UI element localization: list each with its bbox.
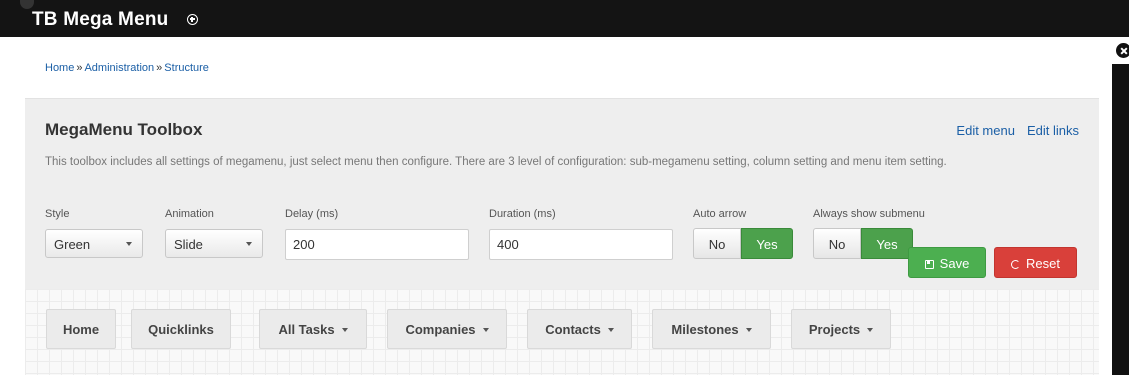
breadcrumb-home[interactable]: Home — [45, 62, 74, 74]
menu-item-label: Milestones — [671, 322, 739, 337]
page-title: TB Mega Menu — [32, 9, 169, 30]
undo-icon — [1011, 260, 1021, 269]
always-show-submenu-no-button[interactable]: No — [813, 228, 861, 259]
menu-preview-area: Home Quicklinks All Tasks Companies Cont… — [25, 289, 1099, 375]
chevron-down-icon — [246, 242, 252, 246]
delay-label: Delay (ms) — [285, 208, 339, 220]
menu-item-label: Companies — [405, 322, 476, 337]
style-select[interactable]: Green — [45, 229, 143, 258]
menu-item-milestones[interactable]: Milestones — [652, 309, 771, 349]
toolbox-description: This toolbox includes all settings of me… — [45, 156, 947, 168]
auto-arrow-label: Auto arrow — [693, 208, 747, 220]
reset-button[interactable]: Reset — [994, 247, 1077, 278]
caret-down-icon — [867, 328, 874, 332]
auto-arrow-no-button[interactable]: No — [693, 228, 741, 259]
style-select-value: Green — [54, 237, 91, 252]
animation-select-value: Slide — [174, 237, 203, 252]
edit-links-link[interactable]: Edit links — [1027, 123, 1079, 138]
caret-down-icon — [482, 328, 489, 332]
always-show-submenu-label: Always show submenu — [813, 208, 925, 220]
edit-menu-link[interactable]: Edit menu — [956, 123, 1015, 138]
save-button-label: Save — [939, 256, 970, 271]
menu-item-projects[interactable]: Projects — [791, 309, 891, 349]
right-edge-strip — [1112, 64, 1129, 375]
overlay-content: Home» Administration» Structure MegaMenu T… — [12, 37, 1112, 375]
menu-item-contacts[interactable]: Contacts — [527, 309, 632, 349]
breadcrumb-separator: » — [156, 62, 163, 74]
close-icon[interactable] — [1114, 41, 1129, 60]
breadcrumb: Home» Administration» Structure — [45, 62, 209, 74]
menu-item-all-tasks[interactable]: All Tasks — [259, 309, 367, 349]
caret-down-icon — [745, 328, 752, 332]
save-icon — [924, 260, 934, 269]
toolbox-title: MegaMenu Toolbox — [45, 120, 203, 139]
menu-item-label: Home — [62, 322, 100, 337]
toolbox-links: Edit menu Edit links — [944, 123, 1079, 138]
duration-input[interactable]: 400 — [489, 229, 673, 260]
delay-input[interactable]: 200 — [285, 229, 469, 260]
breadcrumb-structure[interactable]: Structure — [164, 62, 209, 74]
add-shortcut-icon[interactable] — [187, 14, 198, 25]
menu-item-label: Contacts — [545, 322, 601, 337]
menu-item-label: All Tasks — [278, 322, 335, 337]
caret-down-icon — [607, 328, 614, 332]
menu-item-home[interactable]: Home — [46, 309, 116, 349]
save-button[interactable]: Save — [908, 247, 986, 278]
reset-button-label: Reset — [1026, 256, 1060, 271]
breadcrumb-separator: » — [76, 62, 83, 74]
menu-item-quicklinks[interactable]: Quicklinks — [131, 309, 231, 349]
always-show-submenu-yes-button[interactable]: Yes — [861, 228, 913, 259]
megamenu-toolbox: MegaMenu Toolbox Edit menu Edit links Thi… — [25, 98, 1099, 290]
menu-item-label: Projects — [808, 322, 861, 337]
title-bar: TB Mega Menu — [0, 0, 1112, 37]
animation-label: Animation — [165, 208, 214, 220]
style-label: Style — [45, 208, 70, 220]
always-show-submenu-toggle: No Yes — [813, 228, 913, 259]
auto-arrow-toggle: No Yes — [693, 228, 793, 259]
menu-item-label: Quicklinks — [148, 322, 214, 337]
auto-arrow-yes-button[interactable]: Yes — [741, 228, 793, 259]
right-edge-top — [1112, 0, 1129, 37]
duration-label: Duration (ms) — [489, 208, 556, 220]
animation-select[interactable]: Slide — [165, 229, 263, 258]
window-corner — [20, 0, 34, 9]
breadcrumb-administration[interactable]: Administration — [84, 62, 154, 74]
chevron-down-icon — [126, 242, 132, 246]
caret-down-icon — [341, 328, 348, 332]
menu-item-companies[interactable]: Companies — [387, 309, 507, 349]
